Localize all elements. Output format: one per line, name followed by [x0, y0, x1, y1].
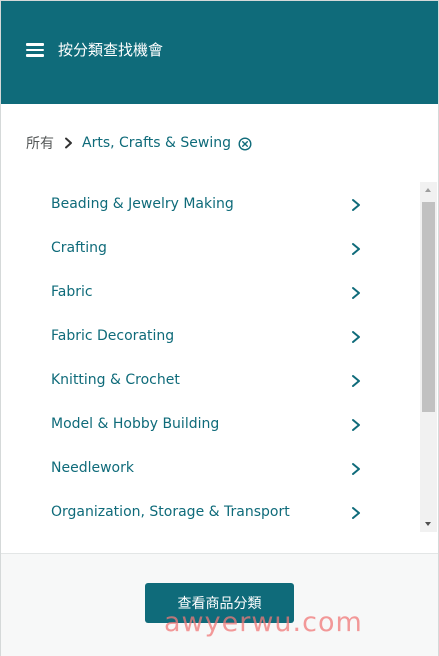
category-item-fabric[interactable]: Fabric [1, 270, 419, 314]
chevron-right-icon [350, 285, 362, 299]
chevron-right-icon [350, 505, 362, 519]
category-item-crafting[interactable]: Crafting [1, 226, 419, 270]
category-label: Fabric [51, 284, 93, 300]
chevron-right-icon [350, 241, 362, 255]
category-label: Beading & Jewelry Making [51, 196, 234, 212]
scroll-down-arrow-icon[interactable] [420, 515, 437, 532]
category-item-model-hobby-building[interactable]: Model & Hobby Building [1, 402, 419, 446]
scroll-up-arrow-icon[interactable] [420, 182, 437, 199]
chevron-right-icon [350, 373, 362, 387]
category-list-scrollbar[interactable] [420, 182, 437, 532]
chevron-right-icon [350, 197, 362, 211]
breadcrumb: 所有 Arts, Crafts & Sewing [26, 132, 252, 154]
scrollbar-thumb[interactable] [422, 202, 435, 412]
chevron-right-icon [350, 329, 362, 343]
category-item-knitting-crochet[interactable]: Knitting & Crochet [1, 358, 419, 402]
category-label: Knitting & Crochet [51, 372, 180, 388]
category-item-beading-jewelry-making[interactable]: Beading & Jewelry Making [1, 182, 419, 226]
category-label: Fabric Decorating [51, 328, 175, 344]
view-product-categories-button[interactable]: 查看商品分類 [145, 583, 294, 623]
header-title: 按分類查找機會 [58, 41, 164, 59]
breadcrumb-root-link[interactable]: 所有 [26, 133, 54, 153]
category-label: Crafting [51, 240, 107, 256]
category-item-organization-storage-transport[interactable]: Organization, Storage & Transport [1, 490, 419, 532]
breadcrumb-current-category: Arts, Crafts & Sewing [82, 135, 232, 151]
hamburger-menu-icon[interactable] [26, 43, 44, 57]
category-list: Beading & Jewelry Making Crafting Fabric… [1, 182, 419, 532]
chevron-right-icon [350, 461, 362, 475]
category-item-needlework[interactable]: Needlework [1, 446, 419, 490]
chevron-right-icon [58, 134, 78, 153]
panel-footer: 查看商品分類 [1, 553, 438, 656]
category-label: Organization, Storage & Transport [51, 504, 290, 520]
panel-header: 按分類查找機會 [1, 1, 438, 104]
chevron-right-icon [350, 417, 362, 431]
category-item-fabric-decorating[interactable]: Fabric Decorating [1, 314, 419, 358]
category-label: Needlework [51, 460, 134, 476]
category-label: Model & Hobby Building [51, 416, 220, 432]
category-filter-panel: 按分類查找機會 所有 Arts, Crafts & Sewing Beading… [0, 0, 439, 656]
circle-x-icon[interactable] [238, 136, 252, 151]
